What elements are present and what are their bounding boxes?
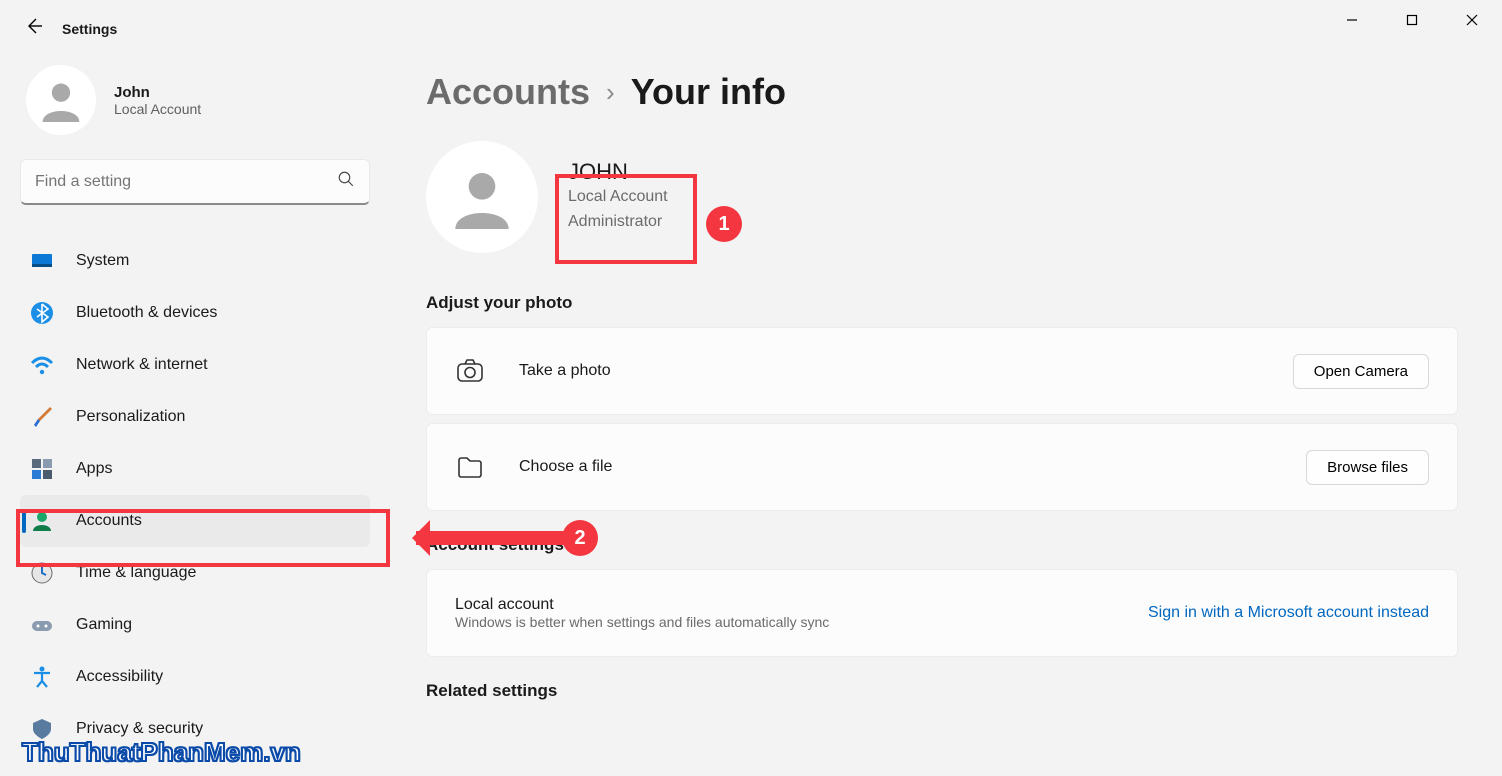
person-icon (39, 78, 83, 122)
accounts-icon (30, 509, 54, 533)
bluetooth-icon (30, 301, 54, 325)
sidebar-item-network[interactable]: Network & internet (20, 339, 370, 391)
clock-globe-icon (30, 561, 54, 585)
wifi-icon (30, 353, 54, 377)
section-related-settings: Related settings (426, 681, 1458, 701)
content-area: Accounts › Your info JOHN Local Account … (390, 49, 1502, 775)
sidebar-item-system[interactable]: System (20, 235, 370, 287)
choose-file-card: Choose a file Browse files (426, 423, 1458, 511)
choose-file-label: Choose a file (519, 458, 1306, 476)
person-icon (450, 165, 514, 229)
sidebar-item-personalization[interactable]: Personalization (20, 391, 370, 443)
section-adjust-photo: Adjust your photo (426, 293, 1458, 313)
profile-info-text: JOHN Local Account Administrator (568, 159, 668, 235)
take-photo-label: Take a photo (519, 362, 1293, 380)
sidebar-item-label: Network & internet (76, 356, 208, 374)
search-icon[interactable] (337, 170, 355, 193)
accessibility-icon (30, 665, 54, 689)
sidebar-item-accessibility[interactable]: Accessibility (20, 651, 370, 703)
sidebar-item-label: Apps (76, 460, 112, 478)
profile-role: Administrator (568, 210, 668, 235)
profile-info-header: JOHN Local Account Administrator (426, 141, 1458, 253)
local-account-subtitle: Windows is better when settings and file… (455, 614, 1148, 630)
search-box[interactable] (20, 159, 370, 205)
sidebar-item-time-language[interactable]: Time & language (20, 547, 370, 599)
back-arrow-icon[interactable] (24, 16, 44, 41)
profile-display-name: JOHN (568, 159, 668, 185)
annotation-badge-2: 2 (562, 520, 598, 556)
chevron-right-icon: › (606, 77, 615, 108)
take-photo-card: Take a photo Open Camera (426, 327, 1458, 415)
sidebar-item-label: Bluetooth & devices (76, 304, 217, 322)
local-account-card: Local account Windows is better when set… (426, 569, 1458, 657)
app-title: Settings (62, 21, 117, 37)
sidebar-item-gaming[interactable]: Gaming (20, 599, 370, 651)
annotation-badge-1: 1 (706, 206, 742, 242)
profile-header[interactable]: John Local Account (20, 59, 370, 153)
sidebar-item-bluetooth[interactable]: Bluetooth & devices (20, 287, 370, 339)
sidebar-item-label: Time & language (76, 564, 196, 582)
breadcrumb-current: Your info (631, 71, 786, 113)
annotation-arrow (416, 531, 566, 545)
local-account-title: Local account (455, 596, 1148, 614)
profile-subtitle: Local Account (114, 101, 201, 117)
sidebar-item-label: Gaming (76, 616, 132, 634)
close-button[interactable] (1442, 0, 1502, 40)
sidebar-item-label: Privacy & security (76, 720, 203, 738)
apps-icon (30, 457, 54, 481)
browse-files-button[interactable]: Browse files (1306, 450, 1429, 485)
avatar (26, 65, 96, 135)
profile-avatar-large (426, 141, 538, 253)
maximize-button[interactable] (1382, 0, 1442, 40)
profile-name: John (114, 84, 201, 101)
nav-list: System Bluetooth & devices Network & int… (20, 235, 370, 755)
system-icon (30, 249, 54, 273)
gamepad-icon (30, 613, 54, 637)
watermark: ThuThuatPhanMem.vn (22, 737, 301, 768)
sidebar-item-label: Personalization (76, 408, 185, 426)
breadcrumb-parent[interactable]: Accounts (426, 71, 590, 113)
title-bar: Settings (0, 0, 1502, 49)
paintbrush-icon (30, 405, 54, 429)
open-camera-button[interactable]: Open Camera (1293, 354, 1429, 389)
camera-icon (455, 356, 485, 386)
window-controls (1322, 0, 1502, 40)
profile-account-type: Local Account (568, 185, 668, 210)
sign-in-ms-link[interactable]: Sign in with a Microsoft account instead (1148, 604, 1429, 622)
folder-icon (455, 452, 485, 482)
sidebar-item-label: Accessibility (76, 668, 163, 686)
sidebar-item-label: Accounts (76, 512, 142, 530)
sidebar: John Local Account System Bluetooth & de… (0, 49, 390, 775)
sidebar-item-label: System (76, 252, 129, 270)
sidebar-item-accounts[interactable]: Accounts (20, 495, 370, 547)
minimize-button[interactable] (1322, 0, 1382, 40)
sidebar-item-apps[interactable]: Apps (20, 443, 370, 495)
breadcrumb: Accounts › Your info (426, 71, 1458, 113)
search-input[interactable] (35, 173, 315, 191)
